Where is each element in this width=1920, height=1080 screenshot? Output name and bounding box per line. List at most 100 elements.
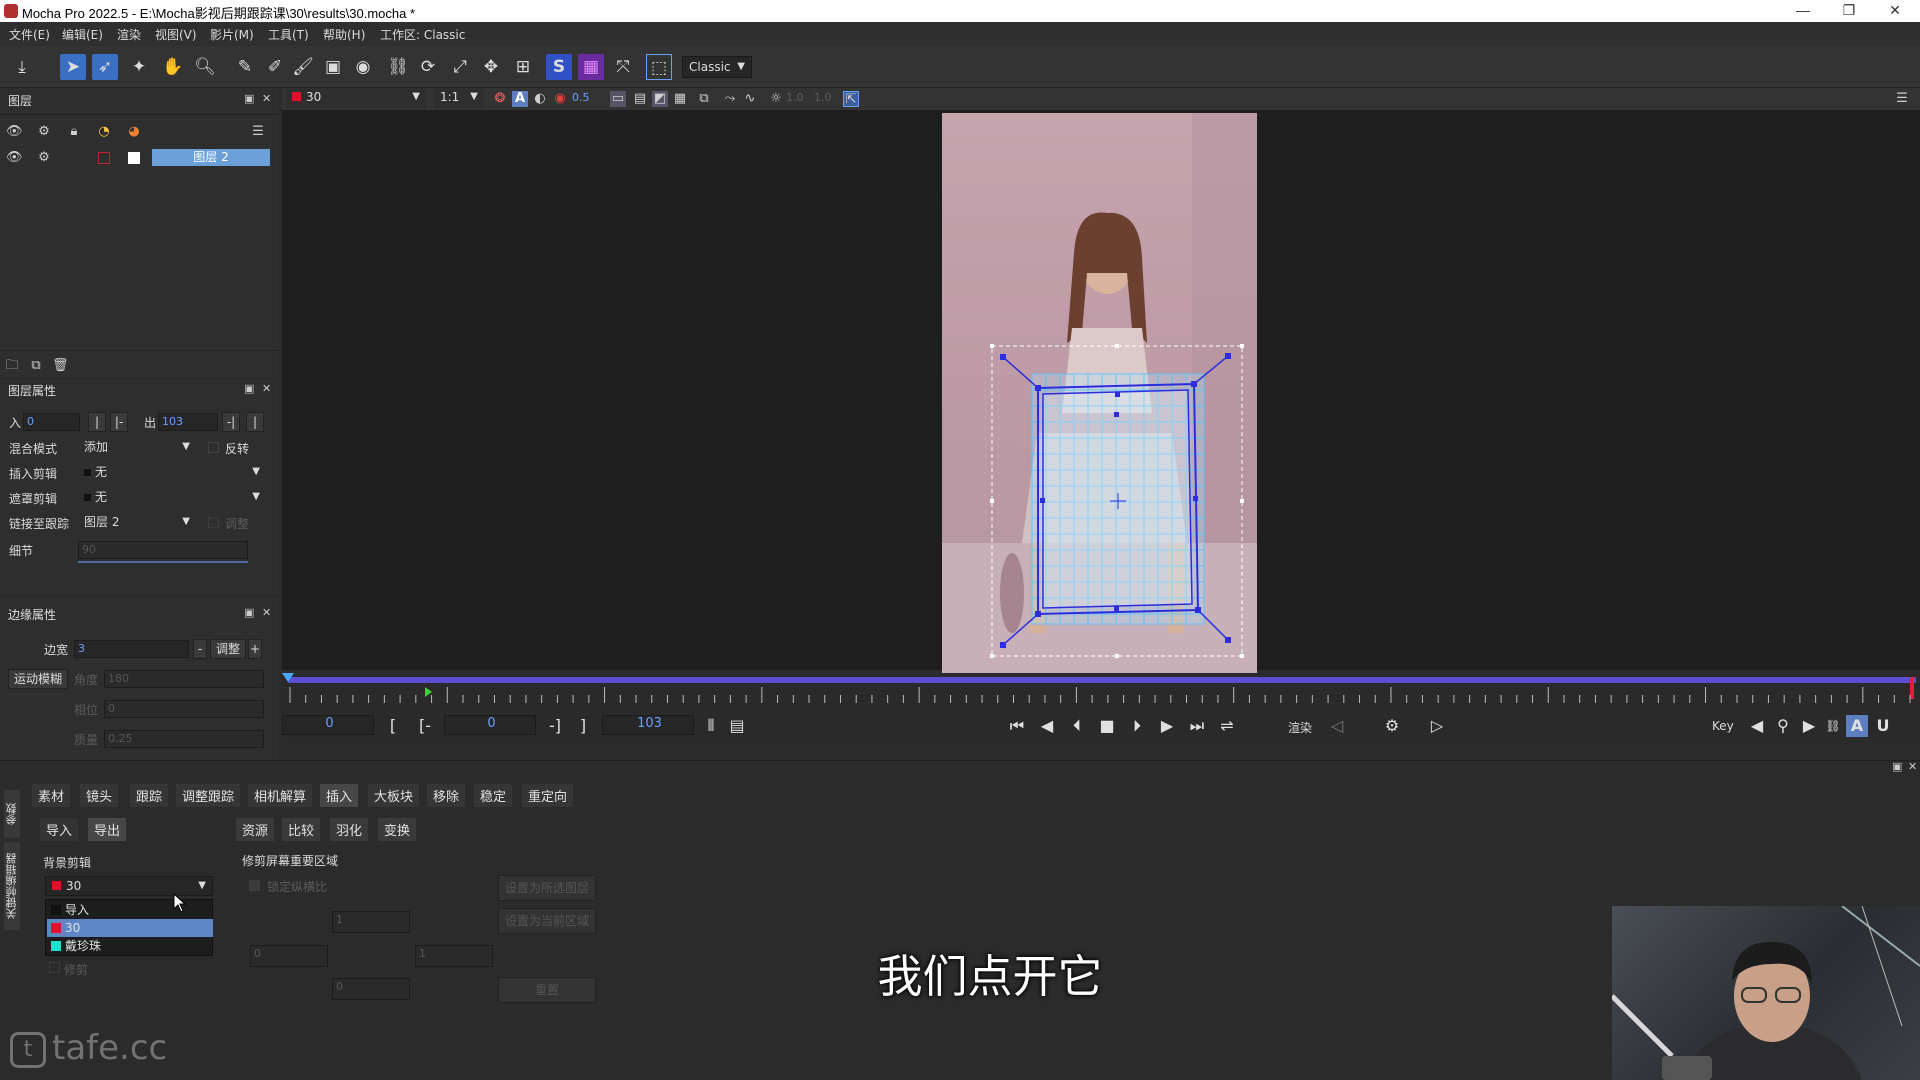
subtab-transform[interactable]: 变换 bbox=[378, 818, 417, 841]
view-mode-icon[interactable]: ▭ bbox=[610, 91, 626, 107]
bezier-tool-icon[interactable]: ✐ bbox=[262, 54, 288, 80]
scale-tool-icon[interactable]: ⤢ bbox=[447, 54, 473, 80]
view-split-icon[interactable]: ◩ bbox=[652, 91, 668, 107]
panel-menu-icon[interactable]: ☰ bbox=[250, 124, 266, 140]
matte-color-icon[interactable]: ◕ bbox=[126, 124, 142, 140]
overlay-icon[interactable]: ◐ bbox=[532, 91, 548, 107]
in-frame-field[interactable]: 0 bbox=[444, 715, 536, 735]
lock-icon[interactable]: 🔒︎ bbox=[66, 124, 82, 140]
zoom-tool-icon[interactable]: 🔍︎ bbox=[192, 54, 218, 80]
edge-width-field[interactable]: 3 bbox=[74, 640, 189, 658]
track-icon[interactable]: ⤳ bbox=[722, 91, 738, 107]
fit-icon[interactable]: ⤧ bbox=[610, 54, 636, 80]
view-compare-icon[interactable]: ▤ bbox=[632, 91, 648, 107]
subtab-import[interactable]: 导入 bbox=[40, 818, 79, 841]
playhead-icon[interactable] bbox=[282, 673, 294, 682]
blend-mode-select[interactable]: 添加 ▼ bbox=[78, 439, 196, 457]
menu-movie[interactable]: 影片(M) bbox=[210, 26, 254, 43]
out-point-field[interactable]: 103 bbox=[158, 413, 218, 431]
planar-track-overlay[interactable] bbox=[940, 330, 1260, 670]
roi-icon[interactable]: ⬚ bbox=[646, 54, 672, 80]
color-icon[interactable]: ◔ bbox=[96, 124, 112, 140]
side-tab-params[interactable]: 参数 bbox=[4, 790, 20, 838]
goto-out-button[interactable]: -| bbox=[222, 412, 240, 432]
menu-view[interactable]: 视图(V) bbox=[155, 26, 197, 43]
trim-out-icon[interactable]: ▤ bbox=[726, 715, 748, 737]
lock-aspect-checkbox[interactable] bbox=[249, 880, 260, 891]
menu-edit[interactable]: 编辑(E) bbox=[62, 26, 103, 43]
surface-icon[interactable]: S bbox=[546, 54, 572, 80]
layer-matte-swatch[interactable] bbox=[128, 152, 140, 164]
phase-field[interactable]: 0 bbox=[104, 700, 264, 718]
menu-file[interactable]: 文件(E) bbox=[9, 26, 50, 43]
all-keys-icon[interactable]: ⛓ bbox=[1822, 715, 1844, 737]
add-point-icon[interactable]: ✦ bbox=[126, 54, 152, 80]
grid-tool-icon[interactable]: ⊞ bbox=[510, 54, 536, 80]
maximize-button[interactable]: ❐ bbox=[1826, 0, 1872, 22]
save-icon[interactable]: ⤓ bbox=[9, 54, 35, 80]
workspace-select[interactable]: Classic ▼ bbox=[682, 56, 752, 78]
layer-color-swatch[interactable] bbox=[98, 152, 110, 164]
prev-key-icon[interactable]: ◀ bbox=[1746, 715, 1768, 737]
add-key-icon[interactable]: ⚲ bbox=[1772, 715, 1794, 737]
goto-start-icon[interactable]: ⏮ bbox=[1006, 715, 1028, 737]
select-points-icon[interactable]: ➶ bbox=[92, 54, 118, 80]
tab-megaplate[interactable]: 大板块 bbox=[368, 784, 420, 807]
subtab-export[interactable]: 导出 bbox=[88, 818, 127, 841]
step-back-icon[interactable]: ⏴ bbox=[1066, 715, 1088, 737]
new-folder-icon[interactable]: 🗀 bbox=[4, 358, 20, 374]
adjust-checkbox[interactable] bbox=[208, 517, 219, 528]
float-panel-icon[interactable]: ▣ bbox=[1892, 760, 1902, 773]
rgb-channels-icon[interactable]: ❂ bbox=[492, 91, 508, 107]
clip-select[interactable]: 30 ▼ bbox=[286, 88, 426, 108]
rotate-tool-icon[interactable]: ⟳ bbox=[415, 54, 441, 80]
subtab-compare[interactable]: 比较 bbox=[282, 818, 321, 841]
angle-field[interactable]: 180 bbox=[104, 670, 264, 688]
goto-end-icon[interactable]: ⏭ bbox=[1186, 715, 1208, 737]
menu-help[interactable]: 帮助(H) bbox=[323, 26, 365, 43]
trim-right-field[interactable]: 1 bbox=[415, 945, 493, 967]
select-tool-icon[interactable]: ➤ bbox=[60, 54, 86, 80]
close-panel-icon[interactable]: ✕ bbox=[262, 382, 271, 395]
trim-bottom-field[interactable]: 0 bbox=[332, 978, 410, 1000]
tab-remove[interactable]: 移除 bbox=[427, 784, 466, 807]
goto-out-icon[interactable]: -] bbox=[544, 715, 566, 737]
alpha-channel-icon[interactable]: A bbox=[512, 91, 528, 107]
menu-workspace[interactable]: 工作区: Classic bbox=[380, 26, 465, 43]
gear-icon[interactable]: ⚙ bbox=[36, 124, 52, 140]
move-tool-icon[interactable]: ✥ bbox=[478, 54, 504, 80]
tab-insert[interactable]: 插入 bbox=[320, 784, 359, 807]
goto-in-icon[interactable]: [- bbox=[414, 715, 436, 737]
edge-width-minus-button[interactable]: - bbox=[193, 639, 207, 659]
tab-stabilize[interactable]: 稳定 bbox=[474, 784, 513, 807]
settings-gear-icon[interactable]: ⚙ bbox=[1381, 715, 1403, 737]
render-forward-icon[interactable]: ▷ bbox=[1426, 715, 1448, 737]
tab-adjust-track[interactable]: 调整跟踪 bbox=[176, 784, 241, 807]
layer-eye-icon[interactable]: 👁︎ bbox=[6, 150, 23, 166]
play-icon[interactable]: ▶ bbox=[1156, 715, 1178, 737]
tab-camera-solve[interactable]: 相机解算 bbox=[248, 784, 313, 807]
snapshot-icon[interactable]: ⧉ bbox=[696, 91, 712, 107]
set-out-icon[interactable]: ] bbox=[572, 715, 594, 737]
duplicate-layer-icon[interactable]: ⧉ bbox=[28, 358, 44, 374]
current-frame-field[interactable]: 0 bbox=[282, 715, 374, 735]
detail-slider[interactable] bbox=[78, 561, 248, 563]
grid-overlay-icon[interactable]: ▦ bbox=[578, 54, 604, 80]
subtab-source[interactable]: 资源 bbox=[236, 818, 275, 841]
menu-render[interactable]: 渲染 bbox=[117, 26, 141, 43]
tab-clip[interactable]: 素材 bbox=[32, 784, 71, 807]
trim-in-icon[interactable]: ⫴ bbox=[700, 715, 722, 737]
out-frame-field[interactable]: 103 bbox=[602, 715, 694, 735]
rect-tool-icon[interactable]: ▣ bbox=[320, 54, 346, 80]
close-panel-icon[interactable]: ✕ bbox=[262, 606, 271, 619]
set-from-layer-button[interactable]: 设置为所选图层 bbox=[498, 875, 596, 901]
auto-key-icon[interactable]: A bbox=[1846, 715, 1868, 737]
insert-clip-select[interactable]: 无 ▼ bbox=[78, 464, 266, 482]
float-panel-icon[interactable]: ▣ bbox=[244, 382, 254, 395]
step-forward-icon[interactable]: ⏵ bbox=[1126, 715, 1148, 737]
dropdown-item-import[interactable]: 导入 bbox=[47, 901, 213, 919]
minimize-button[interactable]: — bbox=[1780, 0, 1826, 22]
panel-menu-icon[interactable]: ☰ bbox=[1894, 91, 1910, 107]
menu-tools[interactable]: 工具(T) bbox=[268, 26, 309, 43]
timeline-range-bar[interactable] bbox=[288, 677, 1916, 683]
